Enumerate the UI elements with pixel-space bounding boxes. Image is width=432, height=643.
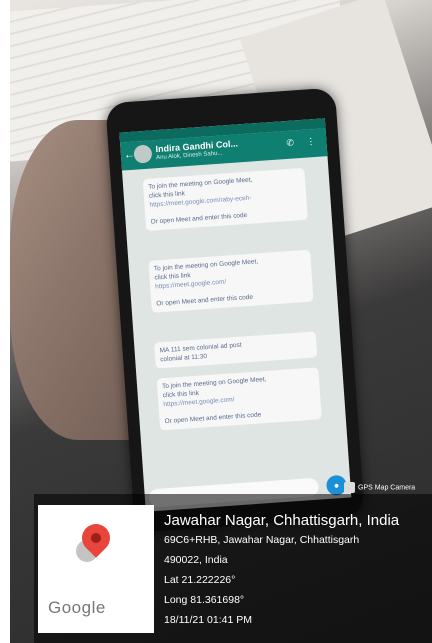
message-bubble: To join the meeting on Google Meet, clic… — [148, 249, 314, 313]
group-avatar[interactable] — [133, 144, 153, 164]
date-time: 18/11/21 01:41 PM — [164, 614, 252, 626]
message-text: Or open Meet and enter this code — [164, 411, 262, 426]
location-title: Jawahar Nagar, Chhattisgarh, India — [164, 512, 400, 529]
gps-camera-text: GPS Map Camera — [358, 484, 416, 492]
phone: ← Indira Gandhi Col... Anu Alok, Dinesh … — [105, 87, 365, 533]
gps-camera-label: GPS Map Camera — [344, 482, 415, 493]
address-line-1: 69C6+RHB, Jawahar Nagar, Chhattisgarh — [164, 534, 360, 546]
gps-camera-icon — [344, 482, 355, 493]
message-text: Or open Meet and enter this code — [150, 211, 248, 226]
message-text: Or open Meet and enter this code — [156, 293, 254, 308]
longitude: Long 81.361698° — [164, 594, 245, 606]
message-bubble: To join the meeting on Google Meet, clic… — [142, 167, 308, 231]
call-icon[interactable]: ✆ ⋮ — [286, 136, 321, 149]
phone-screen: ← Indira Gandhi Col... Anu Alok, Dinesh … — [119, 118, 352, 512]
map-thumbnail: Google — [38, 505, 154, 633]
address-line-2: 490022, India — [164, 554, 228, 566]
latitude: Lat 21.222226° — [164, 574, 236, 586]
message-bubble: MA 111 sem colonial ad post colonial at … — [154, 331, 318, 369]
message-bubble: To join the meeting on Google Meet, clic… — [156, 367, 322, 431]
google-logo: Google — [48, 598, 106, 617]
